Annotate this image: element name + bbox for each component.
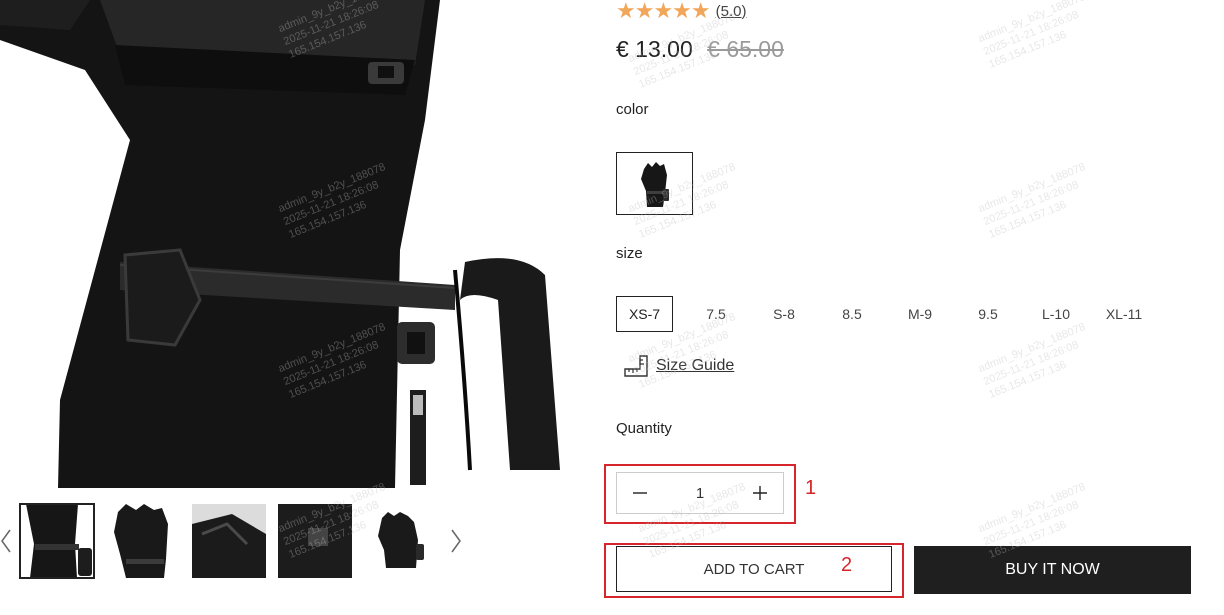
product-rating: ★★★★★ (5.0) bbox=[616, 0, 746, 24]
color-swatch-black[interactable] bbox=[616, 152, 693, 215]
annotation-label-2: 2 bbox=[841, 554, 853, 576]
thumbnail-5[interactable] bbox=[364, 504, 438, 578]
size-option-s-8[interactable]: S-8 bbox=[751, 296, 817, 332]
quantity-label: Quantity bbox=[616, 420, 672, 437]
size-option-8-5[interactable]: 8.5 bbox=[819, 296, 885, 332]
glove-thumbnail bbox=[192, 504, 266, 578]
ruler-icon bbox=[624, 355, 648, 377]
thumbnail-next-arrow[interactable] bbox=[450, 528, 468, 556]
glove-thumbnail bbox=[20, 504, 94, 578]
size-option-xl-11[interactable]: XL-11 bbox=[1091, 296, 1157, 332]
color-label: color bbox=[616, 101, 649, 118]
chevron-left-icon bbox=[1, 529, 11, 553]
glove-image bbox=[0, 0, 565, 488]
glove-swatch-icon bbox=[640, 161, 669, 207]
size-option-7-5[interactable]: 7.5 bbox=[683, 296, 749, 332]
size-option-xs-7[interactable]: XS-7 bbox=[616, 296, 673, 332]
annotation-label-1: 1 bbox=[805, 477, 817, 499]
buy-now-button[interactable]: BUY IT NOW bbox=[914, 546, 1191, 594]
thumbnail-prev-arrow[interactable] bbox=[0, 528, 18, 556]
size-guide-link[interactable]: Size Guide bbox=[624, 355, 734, 377]
size-option-l-10[interactable]: L-10 bbox=[1023, 296, 1089, 332]
thumbnail-1[interactable] bbox=[19, 503, 95, 579]
compare-price: € 65.00 bbox=[707, 36, 784, 62]
glove-thumbnail bbox=[106, 504, 180, 578]
chevron-right-icon bbox=[451, 529, 461, 553]
annotation-box-2 bbox=[604, 543, 904, 598]
sale-price: € 13.00 bbox=[616, 36, 693, 62]
glove-thumbnail bbox=[278, 504, 352, 578]
size-guide-text: Size Guide bbox=[656, 357, 735, 374]
thumbnail-3[interactable] bbox=[192, 504, 266, 578]
size-label: size bbox=[616, 245, 643, 262]
annotation-box-1 bbox=[604, 464, 796, 524]
product-price: € 13.00 € 65.00 bbox=[616, 36, 784, 63]
thumbnail-4[interactable] bbox=[278, 504, 352, 578]
thumbnail-2[interactable] bbox=[106, 504, 180, 578]
size-option-9-5[interactable]: 9.5 bbox=[955, 296, 1021, 332]
product-main-image[interactable] bbox=[0, 0, 565, 488]
rating-value-link[interactable]: (5.0) bbox=[716, 3, 747, 20]
rating-stars: ★★★★★ bbox=[616, 0, 711, 23]
thumbnail-strip bbox=[0, 500, 575, 585]
size-options: XS-7 7.5 S-8 8.5 M-9 9.5 L-10 XL-11 bbox=[616, 296, 1157, 332]
size-option-m-9[interactable]: M-9 bbox=[887, 296, 953, 332]
glove-thumbnail bbox=[364, 504, 438, 578]
